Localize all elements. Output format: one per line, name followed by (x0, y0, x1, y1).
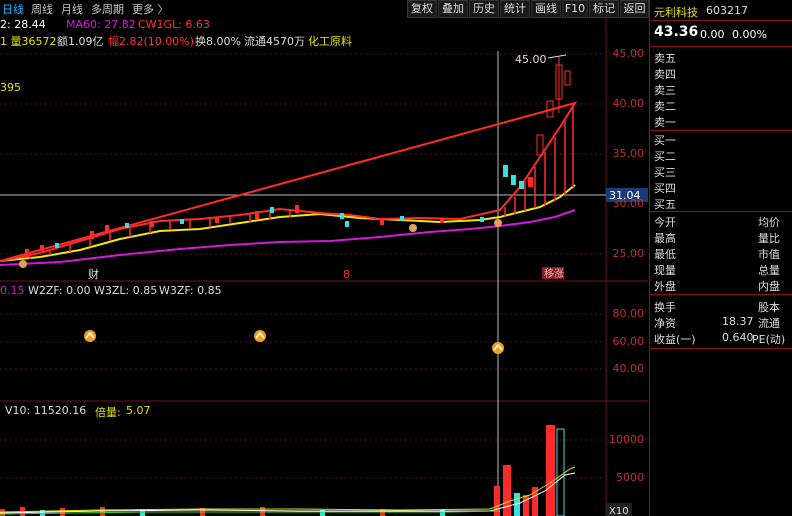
stat-current-vol: 现量 (654, 264, 676, 277)
stat-inner: 内盘 (758, 280, 780, 293)
stock-code: 603217 (706, 4, 748, 17)
price-change-pct: 0.00% (732, 28, 767, 41)
bid-1: 买一 (654, 134, 676, 147)
finance-net-assets-label: 净资 (654, 317, 676, 330)
stock-name: 元利科技 (654, 6, 698, 19)
stat-outer: 外盘 (654, 280, 676, 293)
bid-3: 买三 (654, 166, 676, 179)
stat-market-cap: 市值 (758, 248, 780, 261)
tab-multi-period[interactable]: 多周期 (91, 1, 124, 17)
indicator-tick: 60.00 (612, 335, 645, 348)
tab-monthly[interactable]: 月线 (61, 1, 83, 17)
back-button[interactable]: 返回 (620, 0, 649, 18)
stat-total-vol: 总量 (758, 264, 780, 277)
point-marker (19, 260, 27, 268)
kline-chart-area[interactable]: 2: 28.44 MA60: 27.82 CW1GL: 6.63 1 量3657… (0, 17, 648, 516)
stat-vol-ratio: 量比 (758, 232, 780, 245)
volume-tick: 5000 (616, 471, 644, 484)
f10-button[interactable]: F10 (562, 0, 588, 18)
stat-high: 最高 (654, 232, 676, 245)
stats-button[interactable]: 统计 (500, 0, 530, 18)
price-tick: 35.00 (612, 147, 645, 160)
point-marker (409, 224, 417, 232)
ask-2: 卖二 (654, 100, 676, 113)
draw-line-button[interactable]: 画线 (531, 0, 561, 18)
finance-pe-label: PE(动) (752, 333, 786, 346)
tab-weekly[interactable]: 周线 (31, 1, 53, 17)
ask-4: 卖四 (654, 68, 676, 81)
marker-limit-up: 移涨 (544, 267, 564, 280)
volume-unit-label: X10 (609, 506, 629, 516)
finance-net-assets-value: 18.37 (722, 315, 754, 328)
marker-cai: 财 (88, 267, 99, 281)
price-tick: 25.00 (612, 247, 645, 260)
price-tick: 40.00 (612, 97, 645, 110)
stat-open: 今开 (654, 216, 676, 229)
ask-1: 卖一 (654, 116, 676, 129)
tab-daily[interactable]: 日线 (2, 1, 24, 17)
indicator-tick: 80.00 (612, 307, 645, 320)
finance-turnover-label: 换手 (654, 301, 676, 314)
top-toolbar: 日线 周线 月线 多周期 更多 〉 复权 叠加 历史 统计 画线 F10 标记 … (0, 0, 649, 18)
tab-more[interactable]: 更多 〉 (132, 1, 169, 17)
ask-3: 卖三 (654, 84, 676, 97)
finance-shares-label: 股本 (758, 301, 780, 314)
mark-button[interactable]: 标记 (589, 0, 619, 18)
chart-svg: 45.00 财 8 移涨 31.04 X10 (0, 17, 648, 516)
current-price: 43.36 (654, 24, 699, 40)
indicator-tick: 40.00 (612, 362, 645, 375)
stat-low: 最低 (654, 248, 676, 261)
overlay-button[interactable]: 叠加 (438, 0, 468, 18)
bid-5: 买五 (654, 198, 676, 211)
history-button[interactable]: 历史 (469, 0, 499, 18)
price-change: 0.00 (700, 28, 725, 41)
marker-8: 8 (343, 268, 350, 281)
finance-float-label: 流通 (758, 317, 780, 330)
quote-panel: 元利科技 603217 43.36 0.00 0.00% 卖五 卖四 卖三 卖二… (649, 0, 792, 516)
max-price-label: 45.00 (515, 53, 547, 66)
finance-eps-value: 0.640 (722, 331, 754, 344)
bid-2: 买二 (654, 150, 676, 163)
bid-4: 买四 (654, 182, 676, 195)
restore-rights-button[interactable]: 复权 (407, 0, 437, 18)
volume-tick: 10000 (609, 433, 644, 446)
price-tick: 45.00 (612, 47, 645, 60)
point-marker (494, 219, 502, 227)
price-tick: 30.00 (612, 197, 645, 210)
stat-avg: 均价 (758, 216, 780, 229)
ask-5: 卖五 (654, 52, 676, 65)
finance-eps-label: 收益(一) (654, 333, 696, 346)
